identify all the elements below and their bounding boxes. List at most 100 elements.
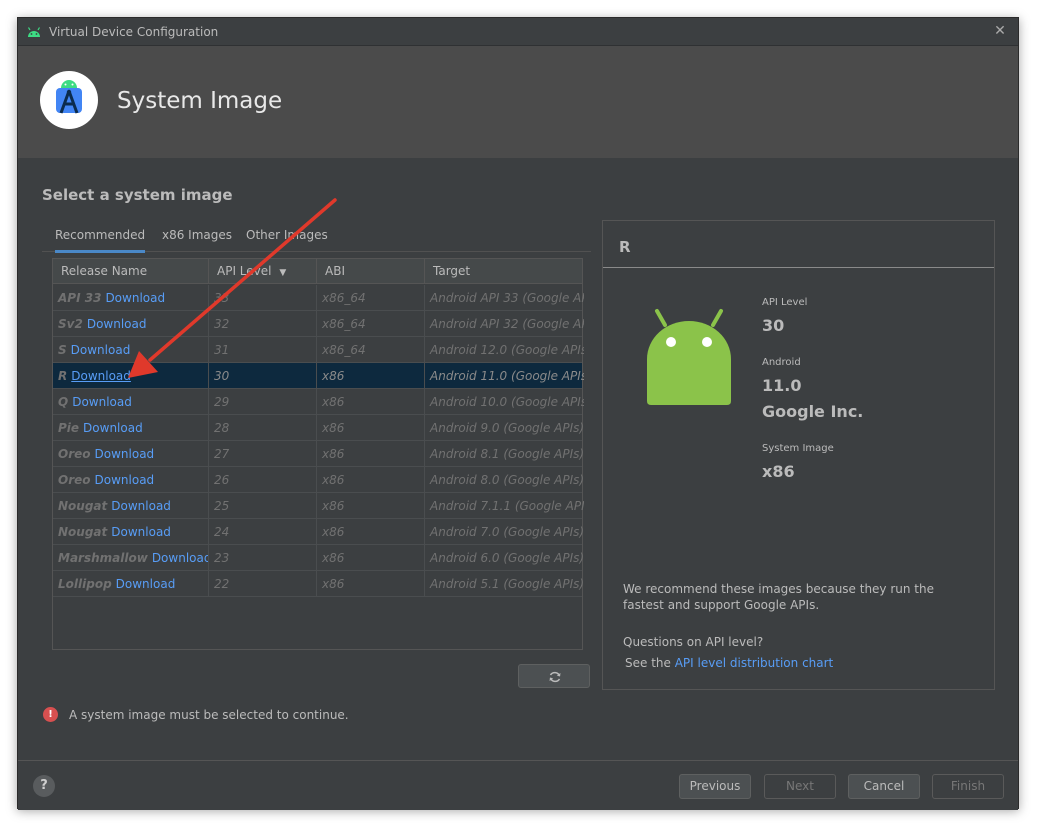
release-name-cell: Oreo Download [53, 441, 209, 467]
download-link[interactable]: Download [71, 343, 131, 357]
target-cell: Android API 33 (Google APIs) [430, 291, 584, 305]
release-name: Pie [58, 421, 80, 435]
api-level-cell: 31 [209, 337, 317, 363]
download-link[interactable]: Download [95, 473, 155, 487]
target-cell: Android 7.0 (Google APIs) [430, 525, 584, 539]
api-level-cell: 27 [209, 441, 317, 467]
release-name-cell: Nougat Download [53, 519, 209, 545]
abi-cell: x86 [317, 467, 425, 493]
release-name: Oreo [58, 447, 91, 461]
release-name: API 33 [58, 291, 102, 305]
table-row[interactable]: Sv2 Download 32 x86_64 Android API 32 (Googl… [53, 311, 584, 337]
release-name-cell: Sv2 Download [53, 311, 209, 337]
download-link[interactable]: Download [83, 421, 143, 435]
download-link[interactable]: Download [116, 577, 176, 591]
column-api-level[interactable]: API Level ▼ [209, 259, 317, 284]
table-row[interactable]: Pie Download 28 x86 Android 9.0 (Google APIs… [53, 415, 584, 441]
target-cell: Android 10.0 (Google APIs) [430, 395, 584, 409]
api-level-cell: 32 [209, 311, 317, 337]
button-bar: ? Previous Next Cancel Finish [18, 760, 1018, 810]
cancel-button[interactable]: Cancel [848, 774, 920, 799]
release-name: Oreo [58, 473, 91, 487]
system-image-value: x86 [762, 462, 795, 481]
column-target[interactable]: Target [425, 259, 584, 284]
next-button[interactable]: Next [764, 774, 836, 799]
release-name-cell: S Download [53, 337, 209, 363]
release-name: Sv2 [58, 317, 83, 331]
release-name-cell: API 33 Download [53, 285, 209, 311]
help-button[interactable]: ? [33, 775, 55, 797]
sort-desc-icon: ▼ [279, 268, 287, 278]
vendor-value: Google Inc. [762, 402, 864, 421]
table-row[interactable]: Lollipop Download 22 x86 Android 5.1 (Google… [53, 571, 584, 597]
finish-button[interactable]: Finish [932, 774, 1004, 799]
android-studio-logo [40, 71, 98, 129]
details-divider [603, 267, 994, 268]
api-level-cell: 24 [209, 519, 317, 545]
abi-cell: x86 [317, 493, 425, 519]
column-api-level-label: API Level [217, 264, 272, 278]
release-name: Marshmallow [58, 551, 148, 565]
tab-other-images[interactable]: Other Images [246, 228, 328, 242]
table-row[interactable]: S Download 31 x86_64 Android 12.0 (Google AP… [53, 337, 584, 363]
previous-button[interactable]: Previous [679, 774, 751, 799]
download-link[interactable]: Download [71, 369, 131, 383]
table-row[interactable]: API 33 Download 33 x86_64 Android API 33 (Go… [53, 285, 584, 311]
system-image-label: System Image [762, 443, 834, 454]
window-title: Virtual Device Configuration [49, 25, 219, 39]
tab-recommended[interactable]: Recommended [55, 228, 146, 253]
table-row[interactable]: Nougat Download 24 x86 Android 7.0 (Google A… [53, 519, 584, 545]
distribution-chart-note: See the API level distribution chart [625, 655, 833, 671]
tab-x86-images[interactable]: x86 Images [162, 228, 232, 242]
refresh-icon [549, 671, 561, 683]
table-row[interactable]: Oreo Download 26 x86 Android 8.0 (Google API… [53, 467, 584, 493]
release-name: R [58, 369, 68, 383]
download-link[interactable]: Download [152, 551, 208, 565]
details-title: R [619, 238, 631, 256]
abi-cell: x86 [317, 545, 425, 571]
android-label: Android [762, 357, 801, 368]
section-title: Select a system image [42, 186, 233, 204]
column-release-name[interactable]: Release Name [53, 259, 209, 284]
release-name-cell: Lollipop Download [53, 571, 209, 597]
api-level-cell: 23 [209, 545, 317, 571]
target-cell: Android 8.0 (Google APIs) [430, 473, 584, 487]
target-cell: Android 12.0 (Google APIs) [430, 343, 584, 357]
error-message: A system image must be selected to conti… [69, 708, 349, 722]
close-icon[interactable]: ✕ [992, 23, 1008, 39]
api-level-cell: 28 [209, 415, 317, 441]
refresh-button[interactable] [518, 664, 590, 688]
recommendation-note: We recommend these images because they r… [623, 582, 935, 612]
abi-cell: x86 [317, 441, 425, 467]
abi-cell: x86_64 [317, 337, 425, 363]
column-abi[interactable]: ABI [317, 259, 425, 284]
api-level-cell: 29 [209, 389, 317, 415]
image-tabs: Recommended x86 Images Other Images [42, 224, 591, 253]
abi-cell: x86_64 [317, 285, 425, 311]
api-level-cell: 33 [209, 285, 317, 311]
table-row[interactable]: Nougat Download 25 x86 Android 7.1.1 (Google… [53, 493, 584, 519]
release-name: Lollipop [58, 577, 112, 591]
download-link[interactable]: Download [72, 395, 132, 409]
download-link[interactable]: Download [105, 291, 165, 305]
table-row[interactable]: Oreo Download 27 x86 Android 8.1 (Google API… [53, 441, 584, 467]
release-name-cell: Marshmallow Download [53, 545, 209, 571]
api-distribution-chart-link[interactable]: API level distribution chart [675, 656, 834, 670]
release-name: Nougat [58, 499, 108, 513]
android-logo-icon [27, 27, 41, 37]
table-row[interactable]: Marshmallow Download 23 x86 Android 6.0 (Goo… [53, 545, 584, 571]
title-bar: Virtual Device Configuration ✕ [18, 18, 1018, 46]
table-row[interactable]: Q Download 29 x86 Android 10.0 (Google APIs) [53, 389, 584, 415]
release-name: Nougat [58, 525, 108, 539]
api-level-cell: 25 [209, 493, 317, 519]
api-level-cell: 26 [209, 467, 317, 493]
api-level-cell: 30 [209, 363, 317, 389]
error-icon: ! [43, 707, 58, 722]
download-link[interactable]: Download [111, 499, 171, 513]
table-row[interactable]: R Download 30 x86 Android 11.0 (Google APIs) [53, 363, 584, 389]
download-link[interactable]: Download [95, 447, 155, 461]
abi-cell: x86_64 [317, 311, 425, 337]
download-link[interactable]: Download [87, 317, 147, 331]
abi-cell: x86 [317, 363, 425, 389]
download-link[interactable]: Download [111, 525, 171, 539]
